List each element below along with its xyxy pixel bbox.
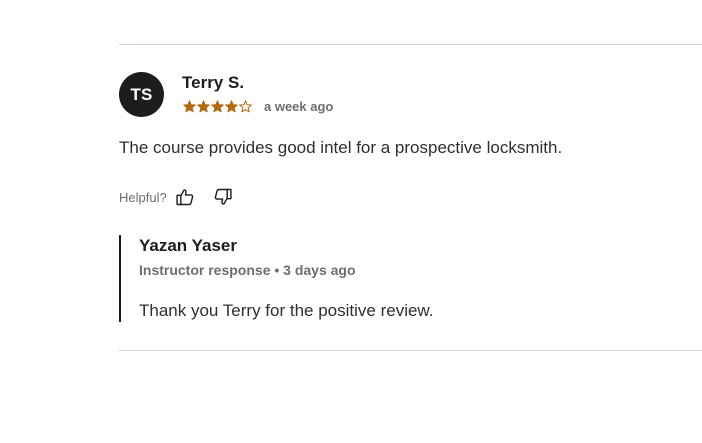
thumbs-down-button[interactable] (211, 185, 235, 209)
reviewer-name: Terry S. (182, 73, 245, 92)
star-filled-icon (211, 99, 224, 113)
top-divider (119, 44, 702, 45)
thumbs-up-button[interactable] (173, 185, 197, 209)
review-text: The course provides good intel for a pro… (119, 138, 563, 157)
star-filled-icon (183, 99, 196, 113)
review-time: a week ago (264, 98, 334, 114)
avatar: TS (119, 72, 164, 117)
response-meta: Instructor response • 3 days ago (139, 262, 356, 278)
star-empty-icon (239, 99, 252, 113)
rating-row: a week ago (183, 98, 333, 114)
thumbs-up-icon (176, 189, 193, 206)
response-role: Instructor response (139, 262, 271, 278)
star-rating (183, 99, 252, 113)
instructor-response: Yazan Yaser Instructor response • 3 days… (119, 235, 681, 322)
bottom-divider (119, 350, 702, 351)
star-filled-icon (225, 99, 238, 113)
meta-separator: • (274, 262, 280, 278)
helpful-row: Helpful? (119, 185, 235, 209)
response-time: 3 days ago (283, 262, 356, 278)
instructor-name: Yazan Yaser (139, 236, 237, 255)
helpful-label: Helpful? (119, 189, 167, 205)
response-text: Thank you Terry for the positive review. (139, 301, 434, 320)
avatar-initials: TS (130, 84, 153, 104)
star-filled-icon (197, 99, 210, 113)
thumbs-down-icon (214, 188, 232, 205)
